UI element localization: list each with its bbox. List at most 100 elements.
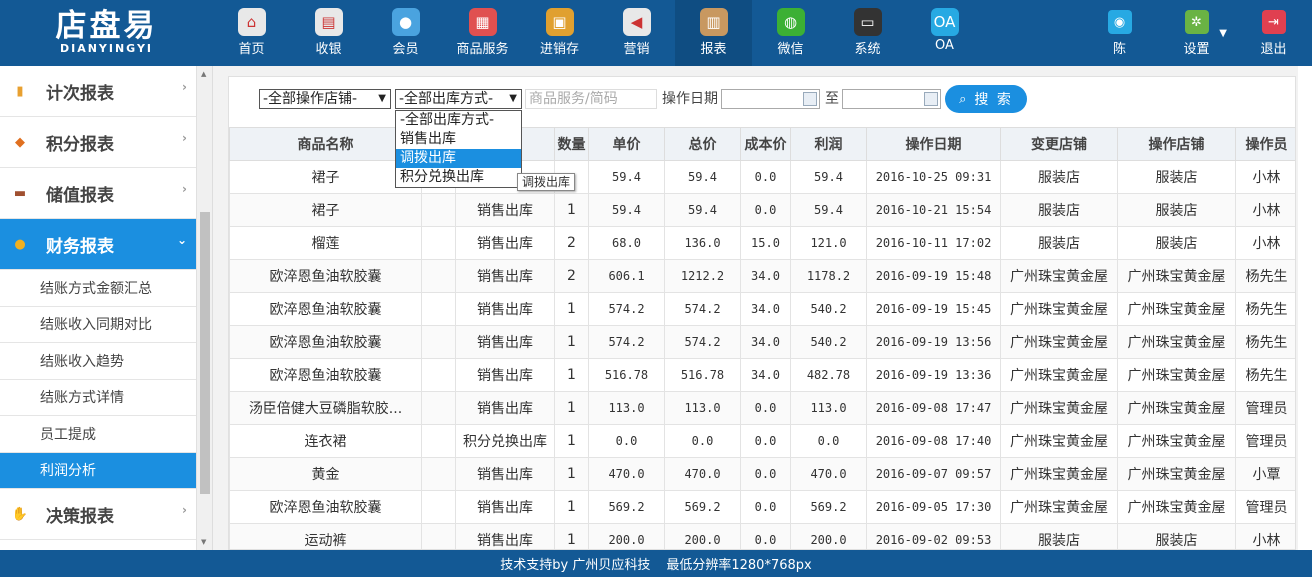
search-icon: ⌕ — [959, 91, 969, 107]
column-header[interactable]: 成本价 — [740, 127, 791, 161]
column-header[interactable]: 操作员 — [1235, 127, 1295, 161]
table-cell: 2016-10-11 17:02 — [866, 226, 1001, 260]
dropdown-option[interactable]: 积分兑换出库 — [396, 168, 521, 187]
table-cell: 59.4 — [588, 193, 665, 227]
table-cell: 销售出库 — [455, 259, 555, 293]
nav-wechat[interactable]: ◍ 微信 — [752, 0, 829, 66]
table-row[interactable]: 汤臣倍健大豆磷脂软胶... 销售出库 1 113.0 113.0 0.0 113.0 2016… — [229, 391, 1295, 425]
column-header[interactable]: 数量 — [554, 127, 589, 161]
table-cell: 2 — [554, 259, 589, 293]
coin-icon: ● — [14, 236, 26, 252]
start-date-input[interactable] — [721, 89, 820, 109]
store-select[interactable]: -全部操作店铺- ▼ — [259, 89, 391, 109]
table-cell: 2016-09-19 13:56 — [866, 325, 1001, 359]
sidebar-item-coin[interactable]: ● 财务报表 ⌄ — [0, 219, 197, 270]
goods-search-input[interactable]: 商品服务/简码 — [525, 89, 657, 109]
nav-oa[interactable]: OA OA — [906, 0, 983, 66]
sidebar-item-thumbs-up[interactable]: ✋ 决策报表 › — [0, 489, 197, 540]
nav-cash-register[interactable]: ▤ 收银 — [290, 0, 367, 66]
table-cell: 34.0 — [740, 325, 791, 359]
sidebar-subitem[interactable]: 结账方式详情 — [0, 380, 197, 416]
table-cell: 2 — [554, 226, 589, 260]
nav-member[interactable]: ● 会员 — [367, 0, 444, 66]
table-row[interactable]: 榴莲 销售出库 2 68.0 136.0 15.0 121.0 2016-10-11 17:0… — [229, 226, 1295, 260]
user-nav: ◉ 陈 ✲ 设置 ▼ ⇥ 退出 — [1081, 0, 1312, 66]
page-scrollbar[interactable] — [1298, 66, 1312, 550]
dropdown-option[interactable]: 调拨出库 — [396, 149, 521, 168]
column-header[interactable]: 单价 — [588, 127, 665, 161]
user-nav-user[interactable]: ◉ 陈 — [1081, 0, 1158, 66]
cash-register-icon: ▤ — [314, 8, 343, 36]
sidebar-subitem[interactable]: 员工提成 — [0, 416, 197, 453]
scroll-down-arrow-icon[interactable]: ▼ — [201, 538, 206, 546]
filter-bar: -全部操作店铺- ▼ -全部出库方式- ▼ 商品服务/简码 操作日期 至 ⌕ 搜… — [229, 77, 1295, 127]
column-header[interactable]: 商品名称 — [229, 127, 422, 161]
table-row[interactable]: 裙子 59.4 59.4 0.0 59.4 2016-10-25 09:31 服装店 服装店小… — [229, 160, 1295, 194]
table-row[interactable]: 运动裤 销售出库 1 200.0 200.0 0.0 200.0 2016-09-02 09:… — [229, 523, 1295, 549]
table-row[interactable]: 欧淬恩鱼油软胶囊 销售出库 2 606.1 1212.2 34.0 1178.2 2016-0… — [229, 259, 1295, 293]
sidebar-item-wallet[interactable]: ▬ 储值报表 › — [0, 168, 197, 219]
nav-home[interactable]: ⌂ 首页 — [213, 0, 290, 66]
table-row[interactable]: 连衣裙 积分兑换出库 1 0.0 0.0 0.0 0.0 2016-09-08 17:40 广州… — [229, 424, 1295, 458]
table-row[interactable]: 欧淬恩鱼油软胶囊 销售出库 1 516.78 516.78 34.0 482.78 2016-… — [229, 358, 1295, 392]
sidebar: ▮ 计次报表 › ◆ 积分报表 › ▬ 储值报表 › ● 财务报表 ⌄ 结账方式金额汇总 结账收入同期对比… — [0, 66, 213, 550]
table-cell — [421, 424, 456, 458]
dropdown-option[interactable]: 销售出库 — [396, 130, 521, 149]
sidebar-scrollbar[interactable]: ▲ ▼ — [196, 66, 212, 550]
table-row[interactable]: 欧淬恩鱼油软胶囊 销售出库 1 569.2 569.2 0.0 569.2 2016-09-0… — [229, 490, 1295, 524]
table-cell: 1 — [554, 490, 589, 524]
column-header[interactable]: 变更店铺 — [1000, 127, 1118, 161]
table-row[interactable]: 欧淬恩鱼油软胶囊 销售出库 1 574.2 574.2 34.0 540.2 2016-09-… — [229, 325, 1295, 359]
search-button[interactable]: ⌕ 搜 索 — [945, 85, 1027, 113]
table-cell — [421, 292, 456, 326]
column-header[interactable]: 利润 — [790, 127, 867, 161]
nav-marketing[interactable]: ◀ 营销 — [598, 0, 675, 66]
sidebar-subitem[interactable]: 结账收入趋势 — [0, 343, 197, 380]
dropdown-option[interactable]: -全部出库方式- — [396, 111, 521, 130]
sidebar-item-tag[interactable]: ◆ 积分报表 › — [0, 117, 197, 168]
user-nav-label: 设置 — [1183, 42, 1210, 57]
column-header[interactable]: 操作日期 — [866, 127, 1001, 161]
table-row[interactable]: 裙子 销售出库 1 59.4 59.4 0.0 59.4 2016-10-21 15:54 服装… — [229, 193, 1295, 227]
table-cell: 销售出库 — [455, 226, 555, 260]
column-header[interactable]: 操作店铺 — [1117, 127, 1236, 161]
store-select-value: -全部操作店铺- — [263, 91, 358, 107]
sidebar-scroll-thumb[interactable] — [200, 212, 210, 494]
table-cell: 小覃 — [1235, 457, 1295, 491]
scroll-up-arrow-icon[interactable]: ▲ — [201, 70, 206, 78]
main-nav: ⌂ 首页 ▤ 收银 ● 会员 ▦ 商品服务 ▣ 进销存 ◀ 营销 ▥ 报表 ◍ 微信 ▭ 系统 OA OA — [213, 0, 983, 66]
sidebar-item-bar-chart[interactable]: ▮ 计次报表 › — [0, 66, 197, 117]
table-cell: 0.0 — [740, 391, 791, 425]
user-nav-logout[interactable]: ⇥ 退出 — [1235, 0, 1312, 66]
table-cell: 广州珠宝黄金屋 — [1117, 292, 1236, 326]
nav-goods-service[interactable]: ▦ 商品服务 — [444, 0, 521, 66]
table-row[interactable]: 欧淬恩鱼油软胶囊 销售出库 1 574.2 574.2 34.0 540.2 2016-09-… — [229, 292, 1295, 326]
end-date-input[interactable] — [842, 89, 941, 109]
table-cell: 1 — [554, 325, 589, 359]
member-icon: ● — [391, 8, 420, 36]
sidebar-subitem[interactable]: 结账方式金额汇总 — [0, 270, 197, 307]
table-cell: 34.0 — [740, 292, 791, 326]
table-cell: 广州珠宝黄金屋 — [1117, 490, 1236, 524]
table-cell — [421, 358, 456, 392]
table-row[interactable]: 黄金 销售出库 1 470.0 470.0 0.0 470.0 2016-09-07 09:5… — [229, 457, 1295, 491]
table-cell: 1 — [554, 523, 589, 549]
outbound-select-value: -全部出库方式- — [399, 91, 494, 107]
app-logo[interactable]: 店盘易 DIANYINGYI — [0, 0, 213, 66]
table-cell: 广州珠宝黄金屋 — [1000, 490, 1118, 524]
table-cell: 服装店 — [1117, 193, 1236, 227]
nav-system[interactable]: ▭ 系统 — [829, 0, 906, 66]
outbound-method-dropdown[interactable]: -全部出库方式- 销售出库 调拨出库 积分兑换出库 — [395, 110, 522, 188]
sidebar-subitem[interactable]: 结账收入同期对比 — [0, 307, 197, 343]
table-cell: 569.2 — [664, 490, 741, 524]
user-nav-settings-gear[interactable]: ✲ 设置 ▼ — [1158, 0, 1235, 66]
nav-report[interactable]: ▥ 报表 — [675, 0, 752, 66]
nav-inventory[interactable]: ▣ 进销存 — [521, 0, 598, 66]
calendar-icon[interactable] — [924, 92, 938, 106]
column-header[interactable]: 总价 — [664, 127, 741, 161]
sidebar-subitem[interactable]: 利润分析 — [0, 452, 197, 489]
outbound-method-select[interactable]: -全部出库方式- ▼ — [395, 89, 522, 109]
calendar-icon[interactable] — [803, 92, 817, 106]
table-cell: 销售出库 — [455, 490, 555, 524]
table-cell: 2016-09-07 09:57 — [866, 457, 1001, 491]
